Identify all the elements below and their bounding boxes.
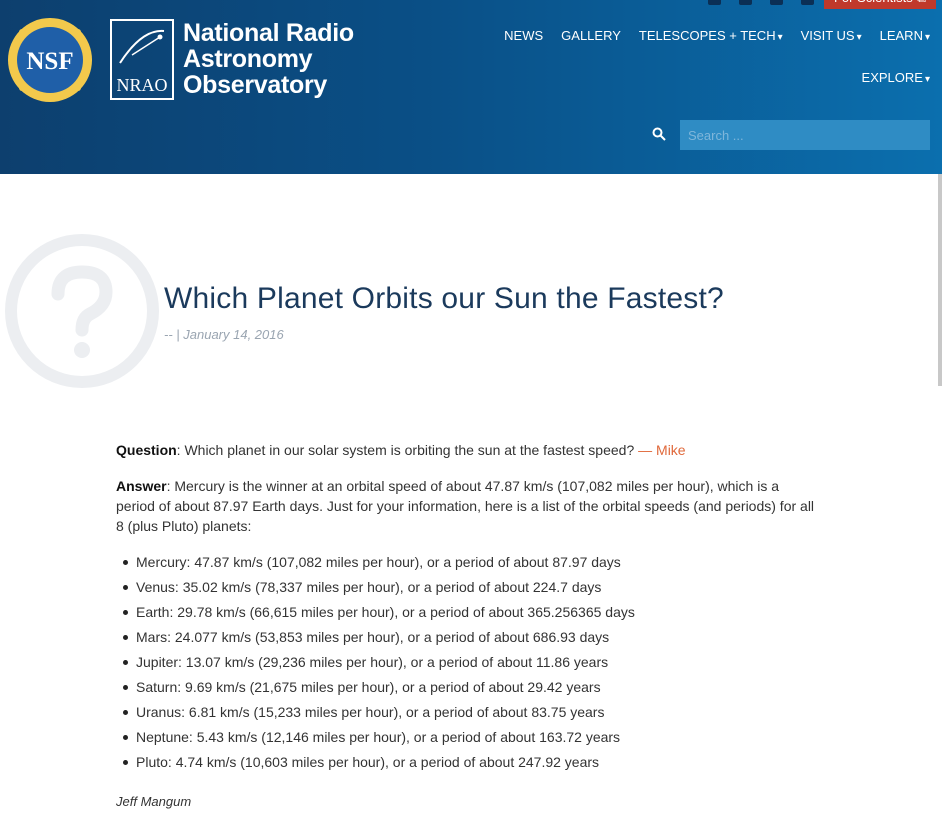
social-links [708, 0, 814, 5]
nrao-logo[interactable]: NRAO [110, 19, 174, 100]
list-item: Neptune: 5.43 km/s (12,146 miles per hou… [116, 727, 816, 752]
nrao-logo-text: NRAO [116, 75, 167, 95]
main-nav: NEWS GALLERY TELESCOPES + TECH ▾ VISIT US… [504, 28, 930, 43]
chevron-down-icon: ▾ [924, 32, 930, 43]
question-paragraph: Question: Which planet in our solar syst… [116, 440, 816, 460]
nav-news[interactable]: NEWS [504, 28, 543, 43]
chevron-down-icon: ▾ [777, 32, 783, 43]
nsf-logo-text: NSF [26, 48, 73, 75]
answer-text: : Mercury is the winner at an orbital sp… [116, 478, 815, 534]
org-name-line3: Observatory [183, 71, 327, 99]
search-input[interactable] [680, 120, 930, 150]
list-item: Mercury: 47.87 km/s (107,082 miles per h… [116, 552, 816, 577]
nrao-dish-icon: NRAO [116, 29, 168, 95]
answer-label: Answer [116, 478, 167, 494]
nsf-logo[interactable]: NSF [6, 16, 94, 104]
for-scientists-label: For Scientists [834, 0, 913, 9]
list-item: Saturn: 9.69 km/s (21,675 miles per hour… [116, 677, 816, 702]
page-title: Which Planet Orbits our Sun the Fastest? [164, 282, 724, 315]
list-item: Earth: 29.78 km/s (66,615 miles per hour… [116, 602, 816, 627]
article-body: Question: Which planet in our solar syst… [116, 440, 816, 777]
asker-name: — Mike [638, 442, 686, 458]
org-name[interactable]: National Radio Astronomy Observatory [183, 20, 354, 98]
org-name-line1: National Radio [183, 19, 354, 47]
facebook-icon[interactable] [708, 0, 721, 5]
chevron-down-icon: ▾ [924, 74, 930, 85]
search-icon[interactable] [652, 127, 666, 141]
answer-paragraph: Answer: Mercury is the winner at an orbi… [116, 476, 816, 536]
instagram-icon[interactable] [770, 0, 783, 5]
question-mark-icon [5, 234, 159, 388]
scrollbar[interactable] [938, 174, 942, 386]
org-name-line2: Astronomy [183, 45, 313, 73]
planet-list: Mercury: 47.87 km/s (107,082 miles per h… [116, 552, 816, 777]
nav-learn[interactable]: LEARN ▾ [880, 28, 930, 43]
site-header: NSF NRAO National Radio Astronomy Observ… [0, 0, 942, 174]
chevron-down-icon: ▾ [856, 32, 862, 43]
article-meta: -- | January 14, 2016 [164, 327, 284, 342]
external-link-icon: ⧉ [917, 0, 926, 9]
author-name: Jeff Mangum [116, 794, 192, 809]
list-item: Jupiter: 13.07 km/s (29,236 miles per ho… [116, 652, 816, 677]
list-item: Mars: 24.077 km/s (53,853 miles per hour… [116, 627, 816, 652]
nav-visit-us[interactable]: VISIT US ▾ [801, 28, 862, 43]
nav-explore[interactable]: EXPLORE ▾ [862, 70, 930, 85]
for-scientists-button[interactable]: For Scientists ⧉ [823, 0, 936, 9]
list-item: Uranus: 6.81 km/s (15,233 miles per hour… [116, 702, 816, 727]
list-item: Venus: 35.02 km/s (78,337 miles per hour… [116, 577, 816, 602]
twitter-icon[interactable] [739, 0, 752, 5]
list-item: Pluto: 4.74 km/s (10,603 miles per hour)… [116, 752, 816, 777]
nav-gallery[interactable]: GALLERY [561, 28, 621, 43]
question-label: Question [116, 442, 177, 458]
nav-telescopes-tech[interactable]: TELESCOPES + TECH ▾ [639, 28, 783, 43]
question-text: : Which planet in our solar system is or… [176, 442, 639, 458]
youtube-icon[interactable] [801, 0, 814, 5]
